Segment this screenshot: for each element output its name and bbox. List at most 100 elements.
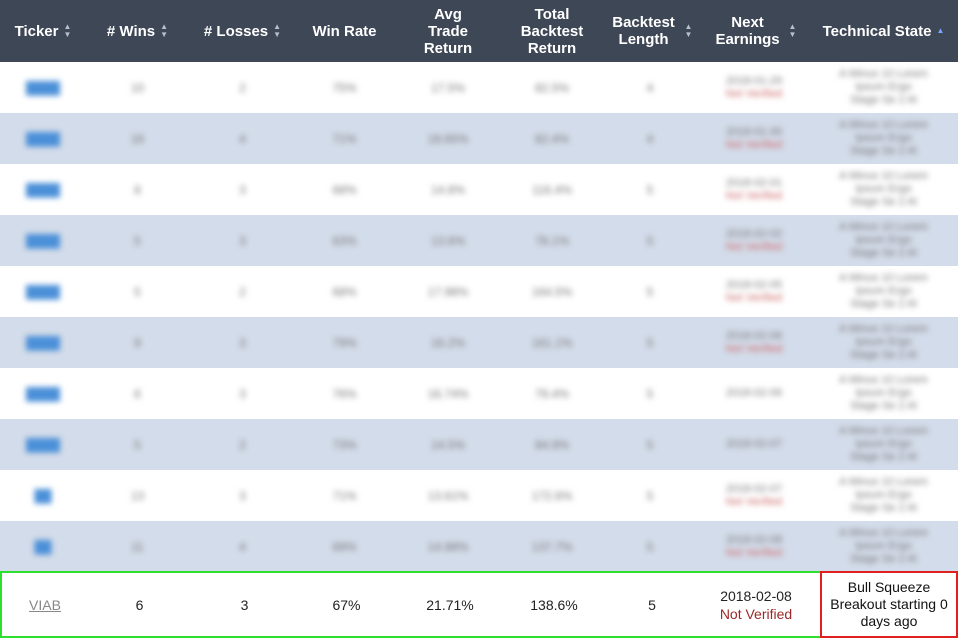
technical-state-cell: A Minus 10 Lorem Ipsum Ergo Stage Se 2 Al: [809, 266, 958, 317]
technical-state-line: Ipsum Ergo: [855, 132, 912, 144]
earnings-date: 2018-01-30: [725, 125, 783, 138]
length-cell: 5: [646, 386, 654, 401]
next-earnings-cell: 2018-02-06: [699, 368, 809, 419]
ticker-link[interactable]: ████: [0, 113, 86, 164]
losses-cell: 3: [239, 386, 246, 401]
table-row[interactable]: ████ 16 4 71% 18.65% 82.4% 4 2018-01-30 Not Veri…: [0, 113, 958, 164]
col-header-avg-trade-return[interactable]: Avg Trade Return: [393, 0, 503, 62]
avg-cell: 13.6%: [430, 233, 466, 248]
technical-state-cell: A Minus 10 Lorem Ipsum Ergo Stage Se 2 Al: [809, 470, 958, 521]
table-row[interactable]: ████ 5 2 68% 17.98% 164.5% 5 2018-02-05 Not Veri…: [0, 266, 958, 317]
technical-state-line: Stage Se 2 Al: [850, 349, 917, 361]
avg-cell: 16.74%: [427, 386, 469, 401]
technical-state-line: A Minus 10 Lorem: [839, 170, 928, 182]
win-rate-cell: 73%: [332, 437, 357, 452]
next-earnings-cell: 2018-02-08 Not Verified: [701, 573, 811, 636]
ticker-link[interactable]: ██: [0, 521, 86, 572]
technical-state-line: Ipsum Ergo: [855, 489, 912, 501]
win-rate-cell: 76%: [332, 386, 357, 401]
technical-state-line: A Minus 10 Lorem: [839, 68, 928, 80]
ticker-link[interactable]: ████: [0, 419, 86, 470]
losses-cell: 3: [239, 182, 246, 197]
ticker-link[interactable]: ████: [0, 368, 86, 419]
technical-state-line: A Minus 10 Lorem: [839, 527, 928, 539]
win-rate-cell: 71%: [332, 131, 357, 146]
table-row[interactable]: ████ 6 3 76% 16.74% 79.4% 5 2018-02-06 A Minus 1…: [0, 368, 958, 419]
technical-state-line: Ipsum Ergo: [855, 438, 912, 450]
next-earnings-cell: 2018-02-06 Not Verified: [699, 317, 809, 368]
total-cell: 137.7%: [531, 539, 573, 554]
wins-cell: 5: [134, 284, 141, 299]
earnings-date: 2018-02-08: [725, 533, 783, 546]
earnings-status: Not Verified: [725, 87, 783, 100]
wins-cell: 16: [130, 131, 145, 146]
technical-state-cell: A Minus 10 Lorem Ipsum Ergo Stage Se 2 Al: [809, 62, 958, 113]
earnings-date: 2018-02-06: [725, 329, 783, 342]
ticker-link[interactable]: ████: [0, 62, 86, 113]
table-row[interactable]: ████ 8 3 68% 14.8% 116.4% 5 2018-02-01 Not Verif…: [0, 164, 958, 215]
technical-state-cell: A Minus 10 Lorem Ipsum Ergo Stage Se 2 Al: [809, 113, 958, 164]
col-header-win-rate[interactable]: Win Rate: [296, 0, 393, 62]
col-header-wins[interactable]: # Wins ▲ ▼: [86, 0, 189, 62]
losses-cell: 3: [239, 488, 246, 503]
technical-state-cell: A Minus 10 Lorem Ipsum Ergo Stage Se 2 Al: [809, 521, 958, 572]
total-cell: 161.1%: [531, 335, 573, 350]
col-header-backtest-length[interactable]: Backtest Length ▲ ▼: [601, 0, 699, 62]
col-header-ticker[interactable]: Ticker ▲ ▼: [0, 0, 86, 62]
losses-cell: 3: [240, 596, 249, 613]
length-cell: 5: [646, 437, 654, 452]
losses-cell: 2: [239, 80, 246, 95]
avg-cell: 14.98%: [427, 539, 469, 554]
earnings-date: 2018-02-01: [725, 176, 783, 189]
col-header-next-earnings[interactable]: Next Earnings ▲ ▼: [699, 0, 809, 62]
earnings-status: Not Verified: [725, 240, 783, 253]
col-header-technical-state[interactable]: Technical State ▲: [809, 0, 958, 62]
technical-state-line: Ipsum Ergo: [855, 81, 912, 93]
wins-cell: 5: [134, 233, 141, 248]
table-header: Ticker ▲ ▼ # Wins ▲ ▼ # Losses ▲ ▼ Win Rate…: [0, 0, 958, 62]
technical-state-cell: A Minus 10 Lorem Ipsum Ergo Stage Se 2 Al: [809, 419, 958, 470]
losses-cell: 2: [239, 437, 246, 452]
earnings-status: Not Verified: [725, 189, 783, 202]
total-cell: 164.5%: [531, 284, 573, 299]
technical-state-line: Stage Se 2 Al: [850, 94, 917, 106]
losses-cell: 2: [239, 284, 246, 299]
ticker-link[interactable]: ████: [0, 317, 86, 368]
length-cell: 4: [646, 131, 654, 146]
technical-state-line: Stage Se 2 Al: [850, 400, 917, 412]
col-header-total-backtest-return[interactable]: Total Backtest Return: [503, 0, 601, 62]
table-row[interactable]: ██ 11 4 69% 14.98% 137.7% 5 2018-02-08 Not Verif…: [0, 521, 958, 572]
win-rate-cell: 68%: [332, 284, 357, 299]
table-row[interactable]: ████ 5 3 63% 13.6% 78.1% 5 2018-02-02 Not Verifi…: [0, 215, 958, 266]
table-row[interactable]: ████ 5 2 73% 14.5% 84.9% 5 2018-02-07 A Minus 10…: [0, 419, 958, 470]
win-rate-cell: 75%: [332, 80, 357, 95]
win-rate-cell: 69%: [332, 539, 357, 554]
table-row[interactable]: ████ 10 2 75% 17.5% 82.5% 4 2018-01-29 Not Verif…: [0, 62, 958, 113]
avg-cell: 17.98%: [427, 284, 469, 299]
table-row-highlighted[interactable]: VIAB 6 3 67% 21.71% 138.6% 5 2018-02-08 …: [0, 571, 958, 638]
wins-cell: 9: [134, 335, 141, 350]
sort-arrows-icon: ▲ ▼: [788, 22, 797, 39]
next-earnings-cell: 2018-01-30 Not Verified: [699, 113, 809, 164]
blurred-rows: ████ 10 2 75% 17.5% 82.5% 4 2018-01-29 Not Verif…: [0, 62, 958, 572]
ticker-link[interactable]: VIAB: [29, 597, 61, 613]
win-rate-cell: 71%: [332, 488, 357, 503]
table-row[interactable]: ████ 9 3 79% 16.2% 161.1% 5 2018-02-06 Not Verif…: [0, 317, 958, 368]
table-row[interactable]: ██ 13 3 71% 13.61% 172.6% 5 2018-02-07 Not Verif…: [0, 470, 958, 521]
technical-state-line: Ipsum Ergo: [855, 285, 912, 297]
length-cell: 5: [646, 182, 654, 197]
ticker-link[interactable]: ██: [0, 470, 86, 521]
next-earnings-cell: 2018-02-07: [699, 419, 809, 470]
ticker-link[interactable]: ████: [0, 164, 86, 215]
col-header-losses[interactable]: # Losses ▲ ▼: [189, 0, 296, 62]
ticker-link[interactable]: ████: [0, 215, 86, 266]
wins-cell: 6: [135, 596, 144, 613]
avg-cell: 14.5%: [430, 437, 466, 452]
ticker-link[interactable]: ████: [0, 266, 86, 317]
avg-cell: 16.2%: [430, 335, 466, 350]
wins-cell: 5: [134, 437, 141, 452]
earnings-date: 2018-02-07: [725, 482, 783, 495]
losses-cell: 4: [239, 539, 246, 554]
sort-ascending-icon: ▲: [936, 26, 945, 35]
earnings-status: Not Verified: [719, 605, 793, 622]
